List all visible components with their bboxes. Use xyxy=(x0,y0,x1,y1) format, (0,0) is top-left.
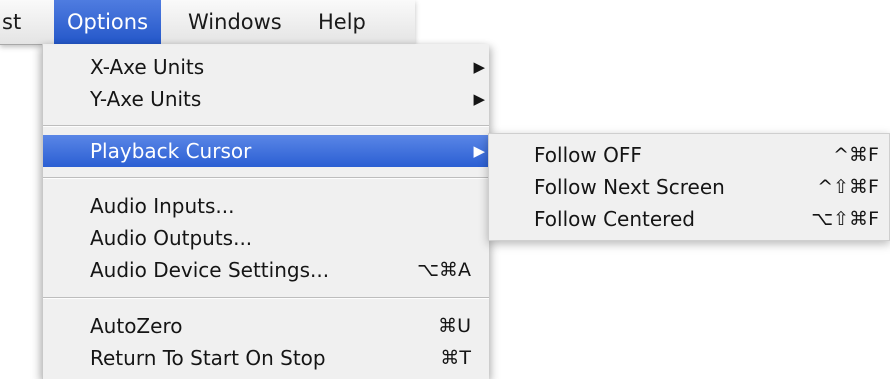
menu-separator xyxy=(43,125,489,127)
menu-item-autozero[interactable]: AutoZero ⌘U xyxy=(43,310,489,342)
menubar-item-partial[interactable]: st xyxy=(2,0,21,44)
menu-item-audio-inputs[interactable]: Audio Inputs... xyxy=(43,190,489,222)
submenu-arrow-icon: ▶ xyxy=(473,90,485,108)
shortcut-label: ⌘U xyxy=(438,315,471,337)
submenu-item-follow-off[interactable]: Follow OFF ^⌘F xyxy=(489,139,889,171)
menu-item-label: Playback Cursor xyxy=(90,139,252,163)
menu-item-playback-cursor[interactable]: Playback Cursor ▶ xyxy=(43,135,489,167)
shortcut-label: ⌘T xyxy=(440,347,471,369)
menu-item-y-axe-units[interactable]: Y-Axe Units ▶ xyxy=(43,83,489,115)
submenu-arrow-icon: ▶ xyxy=(473,58,485,76)
menu-item-audio-outputs[interactable]: Audio Outputs... xyxy=(43,222,489,254)
shortcut-label: ⌥⇧⌘F xyxy=(811,208,879,230)
menu-item-audio-device-settings[interactable]: Audio Device Settings... ⌥⌘A xyxy=(43,254,489,286)
menu-separator xyxy=(43,297,489,299)
menu-item-label: Audio Outputs... xyxy=(90,226,253,250)
menubar-item-windows[interactable]: Windows xyxy=(188,0,282,44)
menu-item-return-to-start-on-stop[interactable]: Return To Start On Stop ⌘T xyxy=(43,342,489,374)
submenu-item-label: Follow Next Screen xyxy=(534,175,725,199)
menu-item-x-axe-units[interactable]: X-Axe Units ▶ xyxy=(43,51,489,83)
submenu-arrow-icon: ▶ xyxy=(473,142,485,160)
submenu-item-follow-next-screen[interactable]: Follow Next Screen ^⇧⌘F xyxy=(489,171,889,203)
submenu-item-label: Follow Centered xyxy=(534,207,695,231)
menu-item-label: Y-Axe Units xyxy=(90,87,202,111)
menu-item-label: AutoZero xyxy=(90,314,183,338)
submenu-item-follow-centered[interactable]: Follow Centered ⌥⇧⌘F xyxy=(489,203,889,235)
submenu-item-label: Follow OFF xyxy=(534,143,642,167)
menu-item-label: Audio Device Settings... xyxy=(90,258,330,282)
playback-cursor-submenu: Follow OFF ^⌘F Follow Next Screen ^⇧⌘F F… xyxy=(488,133,890,241)
menu-item-label: Return To Start On Stop xyxy=(90,346,326,370)
shortcut-label: ⌥⌘A xyxy=(417,259,471,281)
shortcut-label: ^⇧⌘F xyxy=(817,176,879,198)
menu-item-label: Audio Inputs... xyxy=(90,194,235,218)
menu-separator xyxy=(43,177,489,179)
options-menu: X-Axe Units ▶ Y-Axe Units ▶ Playback Cur… xyxy=(42,44,489,379)
menu-bar: st Options Windows Help xyxy=(0,0,415,45)
menubar-item-help[interactable]: Help xyxy=(318,0,366,44)
shortcut-label: ^⌘F xyxy=(833,144,879,166)
menubar-item-options[interactable]: Options xyxy=(54,0,162,44)
menu-item-label: X-Axe Units xyxy=(90,55,205,79)
